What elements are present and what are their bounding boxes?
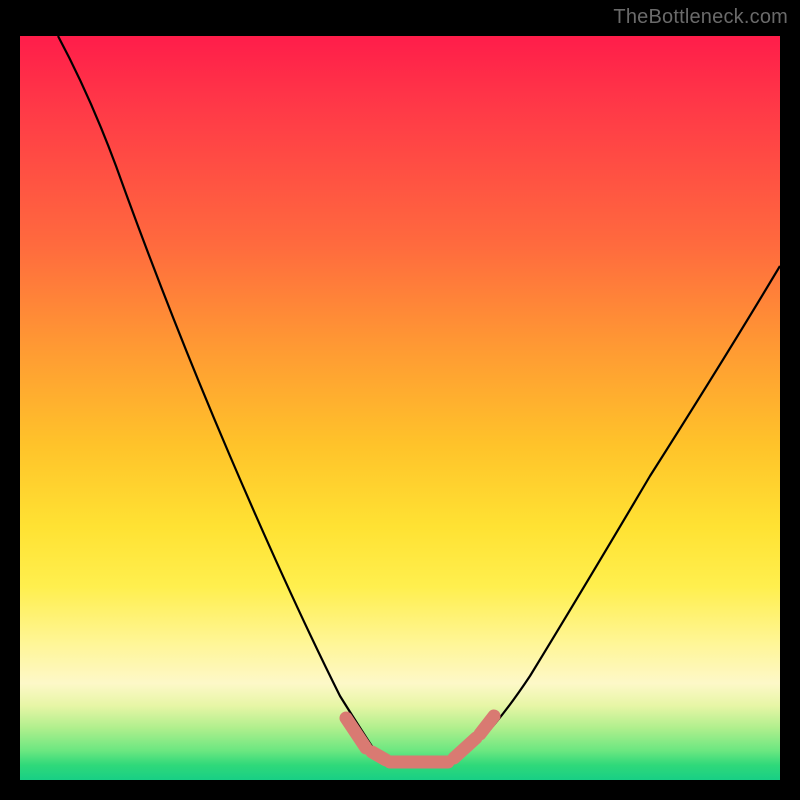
curves-svg	[20, 36, 780, 780]
trough-accent-left	[346, 718, 366, 748]
watermark-text: TheBottleneck.com	[613, 6, 788, 29]
right-curve	[462, 266, 780, 756]
outer-frame: TheBottleneck.com	[0, 0, 800, 800]
trough-accent-left-2	[372, 752, 386, 760]
left-curve	[58, 36, 390, 760]
trough-accent-right	[454, 738, 476, 758]
plot-area	[20, 36, 780, 780]
trough-accent-right-2	[480, 716, 494, 734]
